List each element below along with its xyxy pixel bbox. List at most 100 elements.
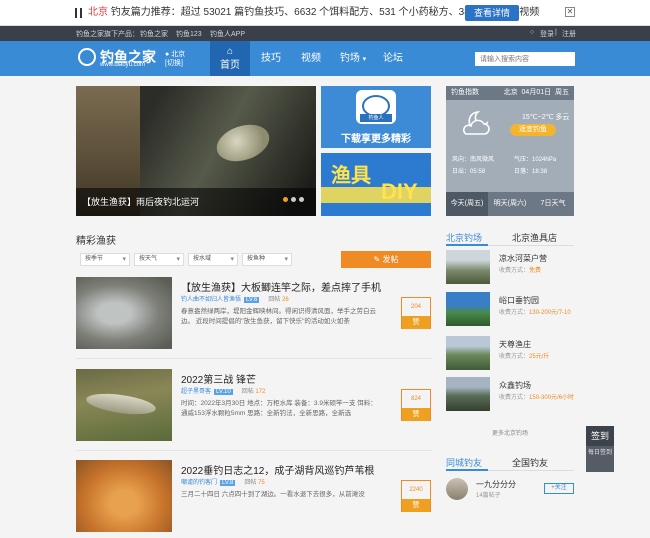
- filter-water[interactable]: 按水域: [188, 253, 238, 266]
- like-button[interactable]: 204 赞: [401, 297, 431, 329]
- sunset-value: 18:38: [532, 169, 548, 175]
- feed-title[interactable]: 2022垂钓日志之12，成子湖背风巡钓芦苇根: [181, 462, 374, 477]
- divider: [76, 358, 432, 359]
- logo-domain: www.diaoyu.com: [100, 62, 146, 68]
- tab-national-friends[interactable]: 全国钓友: [512, 456, 548, 469]
- spot-name[interactable]: 众鑫钓场: [499, 380, 531, 391]
- pause-icon[interactable]: [74, 8, 84, 18]
- wind-label: 风向：: [452, 157, 471, 163]
- register-link[interactable]: 注册: [562, 29, 576, 39]
- location-switcher[interactable]: ● 北京 [切换]: [165, 50, 185, 68]
- feed-author[interactable]: 超子黑哥客: [181, 389, 211, 395]
- spot-item[interactable]: 众鑫钓场 收费方式：150-300元/6小时: [446, 377, 574, 413]
- nav-spots[interactable]: 钓场 ▾: [338, 41, 368, 76]
- nav-forum[interactable]: 论坛: [380, 41, 406, 76]
- banner-dot[interactable]: [283, 197, 288, 202]
- feed-item[interactable]: 【放生渔获】大板鲫连竿之际，差点摔了手机 钓人曲不如归人皆渔悟 LV.6 回帖 26…: [76, 277, 432, 355]
- like-label: 赞: [402, 499, 430, 512]
- tab-7day[interactable]: 7日天气: [532, 192, 574, 216]
- like-count: 2240: [409, 487, 423, 493]
- app-icon: 钓鱼人: [356, 90, 396, 124]
- tab-beijing-spots[interactable]: 北京钓场: [446, 231, 482, 244]
- app-download-ad[interactable]: 钓鱼人 下载享更多精彩: [321, 86, 431, 148]
- main-nav: 钓鱼之家 www.diaoyu.com ● 北京 [切换] ⌂ 首页 技巧 视频…: [0, 41, 650, 76]
- sunset-label: 日落：: [514, 169, 533, 175]
- weather-date: 04月01日: [521, 89, 552, 96]
- feed-title[interactable]: 【放生渔获】大板鲫连竿之际，差点摔了手机: [181, 279, 381, 294]
- weather-title: 钓鱼指数: [451, 89, 479, 96]
- tab-underline: [446, 469, 574, 471]
- subbar-link-diaoyuzhijia[interactable]: 钓鱼之家: [140, 29, 168, 39]
- banner-dot[interactable]: [299, 197, 304, 202]
- spot-price: 130-200元/7-10: [529, 310, 571, 316]
- tab-today[interactable]: 今天(周五): [446, 192, 488, 216]
- spot-item[interactable]: 峪口垂钓园 收费方式：130-200元/7-10: [446, 292, 574, 328]
- close-icon[interactable]: ✕: [565, 7, 575, 17]
- sunrise-label: 日出：: [452, 169, 471, 175]
- friend-name[interactable]: 一九分分分: [476, 479, 516, 490]
- nav-tips[interactable]: 技巧: [258, 41, 284, 76]
- tab-local-friends[interactable]: 同城钓友: [446, 456, 482, 469]
- avatar[interactable]: [446, 478, 468, 500]
- post-button[interactable]: ✎ 发帖: [341, 251, 431, 268]
- spot-price: 150-300元/6小时: [529, 395, 575, 401]
- tab-tomorrow[interactable]: 明天(周六): [489, 192, 531, 216]
- app-ad-text: 下载享更多精彩: [341, 134, 411, 145]
- spot-name[interactable]: 天尊渔庄: [499, 339, 531, 350]
- divider: [76, 450, 432, 451]
- spot-image: [446, 336, 490, 370]
- search-input[interactable]: [475, 52, 575, 66]
- promo-city: 北京: [88, 7, 108, 18]
- spot-image: [446, 292, 490, 326]
- pressure-label: 气压：: [514, 157, 533, 163]
- subbar-link-app[interactable]: 钓鱼人APP: [210, 29, 245, 39]
- like-count: 204: [410, 304, 421, 310]
- app-tag: 钓鱼人: [360, 114, 392, 122]
- sign-in-sub: 每日签到: [587, 450, 612, 456]
- follow-button[interactable]: +关注: [544, 483, 574, 494]
- spot-item[interactable]: 凉水河菜户营 收费方式：免费: [446, 250, 574, 286]
- feed-thumbnail[interactable]: [76, 460, 172, 532]
- feed-item[interactable]: 2022垂钓日志之12，成子湖背风巡钓芦苇根 嘲谑的钓客门 LV.8 回帖 75 三…: [76, 460, 432, 538]
- location-city: 北京: [171, 51, 186, 58]
- like-button[interactable]: 2240 赞: [401, 480, 431, 512]
- fishing-index-widget: 钓鱼指数 北京 04月01日 周五 15℃~2℃ 多云 适宜钓鱼 风向：南风微风…: [446, 86, 574, 216]
- gear-ad-line2: DIY: [381, 179, 418, 204]
- section-title: 精彩渔获: [76, 236, 116, 247]
- chevron-down-icon: ▾: [362, 56, 367, 63]
- login-link[interactable]: 登录: [540, 29, 554, 39]
- spot-name[interactable]: 凉水河菜户营: [499, 253, 547, 264]
- feed-author[interactable]: 钓人曲不如归人皆渔悟: [181, 297, 241, 303]
- banner-dots: [280, 193, 304, 205]
- feed-thumbnail[interactable]: [76, 277, 172, 349]
- filter-season[interactable]: 按季节: [80, 253, 130, 266]
- nav-home-label: 首页: [220, 60, 240, 71]
- location-switch: [切换]: [165, 60, 183, 67]
- like-count: 824: [410, 396, 421, 402]
- spot-item[interactable]: 天尊渔庄 收费方式：25元/斤: [446, 336, 574, 372]
- sign-in-widget[interactable]: 签到 每日签到: [586, 426, 614, 472]
- filter-weather[interactable]: 按天气: [134, 253, 184, 266]
- hero-banner[interactable]: 【放生渔获】雨后夜钓北运河: [76, 86, 316, 216]
- nav-home[interactable]: ⌂ 首页: [210, 41, 250, 76]
- nav-videos[interactable]: 视频: [298, 41, 324, 76]
- spot-price: 免费: [529, 268, 542, 274]
- spot-name[interactable]: 峪口垂钓园: [499, 295, 539, 306]
- weather-temp: 15℃~2℃ 多云: [522, 114, 570, 121]
- more-spots-link[interactable]: 更多北京钓场: [446, 428, 574, 437]
- feed-author[interactable]: 嘲谑的钓客门: [181, 480, 217, 486]
- filter-fish[interactable]: 按鱼种: [242, 253, 292, 266]
- view-details-button[interactable]: 查看详情: [465, 5, 519, 21]
- feed-thumbnail[interactable]: [76, 369, 172, 441]
- banner-dot[interactable]: [291, 197, 296, 202]
- tab-beijing-gear-shops[interactable]: 北京渔具店: [512, 231, 557, 244]
- like-button[interactable]: 824 赞: [401, 389, 431, 421]
- gear-diy-ad[interactable]: 渔具 DIY: [321, 153, 431, 216]
- feed-item[interactable]: 2022第三战 锋芒 超子黑哥客 LV.10 回帖 172 时间：2022年3月30…: [76, 369, 432, 447]
- subbar-link-diaoyu123[interactable]: 钓鱼123: [176, 29, 202, 39]
- cloudy-night-icon: [462, 111, 490, 135]
- price-label: 收费方式：: [499, 395, 530, 401]
- reply-count: 75: [258, 480, 265, 486]
- user-icon: ○: [530, 29, 535, 36]
- feed-title[interactable]: 2022第三战 锋芒: [181, 371, 256, 386]
